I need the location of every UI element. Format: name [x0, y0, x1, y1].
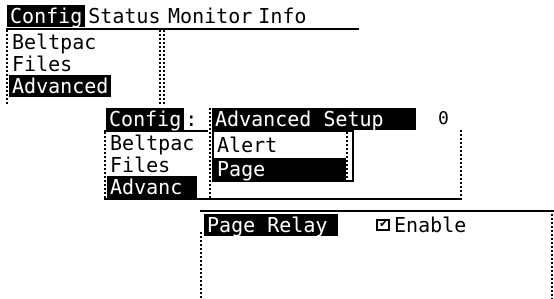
screen-main-menu: Config Status Beltpac Files Advanced [3, 3, 163, 105]
screen2-item-files[interactable]: Files [107, 154, 197, 176]
advanced-setup-title: Advanced Setup [212, 108, 416, 130]
menu-item-advanced[interactable]: Advanced [9, 75, 112, 97]
screen2-tab-sep: : [185, 108, 198, 131]
screen2-item-beltpac[interactable]: Beltpac [107, 132, 197, 154]
screen-main-menu-right: Monitor Info [159, 3, 363, 105]
tab-monitor[interactable]: Monitor [165, 5, 255, 27]
screen-advanced-popup: Config: 0 Beltpac Files Advanc Advanced … [104, 108, 464, 200]
tab-info[interactable]: Info [255, 5, 309, 27]
screen2-menu-list: Beltpac Files Advanc [107, 132, 198, 198]
advanced-setup-list: Alert Page [212, 130, 354, 182]
screen2-tab-bar: Config: [106, 108, 198, 130]
screen2-tab-config[interactable]: Config [106, 108, 185, 130]
screen-page-relay: Page Relay ✔ Enable [200, 210, 554, 299]
page-relay-title: Page Relay [204, 214, 338, 236]
screen2-left-frame [104, 132, 106, 200]
menu-divider [163, 30, 165, 104]
popup-item-page[interactable]: Page [214, 158, 346, 180]
tab-config[interactable]: Config [7, 5, 86, 27]
menu-divider-2 [159, 30, 161, 104]
popup-scroll-line [346, 132, 348, 180]
screen2-right-frame [460, 130, 462, 200]
left-frame [6, 30, 8, 104]
check-icon: ✔ [379, 217, 389, 230]
main-menu-list: Beltpac Files Advanced [9, 31, 112, 97]
screen3-left-frame [200, 232, 202, 299]
tab-status[interactable]: Status [85, 5, 163, 27]
screen2-item-advanced[interactable]: Advanc [107, 176, 198, 198]
corner-value: 0 [438, 108, 449, 129]
top-tab-bar-right: Monitor Info [165, 5, 309, 27]
menu-item-beltpac[interactable]: Beltpac [9, 31, 111, 53]
enable-label: Enable [394, 213, 467, 237]
tab-underline-right [163, 28, 359, 30]
popup-left-dots [209, 108, 211, 200]
top-tab-bar: Config Status [7, 5, 163, 27]
enable-checkbox[interactable]: ✔ [376, 217, 390, 231]
screen3-right-frame [551, 210, 553, 299]
popup-item-alert[interactable]: Alert [214, 134, 280, 156]
popup-right-dots [412, 108, 414, 130]
screen3-top-frame [200, 210, 554, 212]
menu-item-files[interactable]: Files [9, 53, 111, 75]
